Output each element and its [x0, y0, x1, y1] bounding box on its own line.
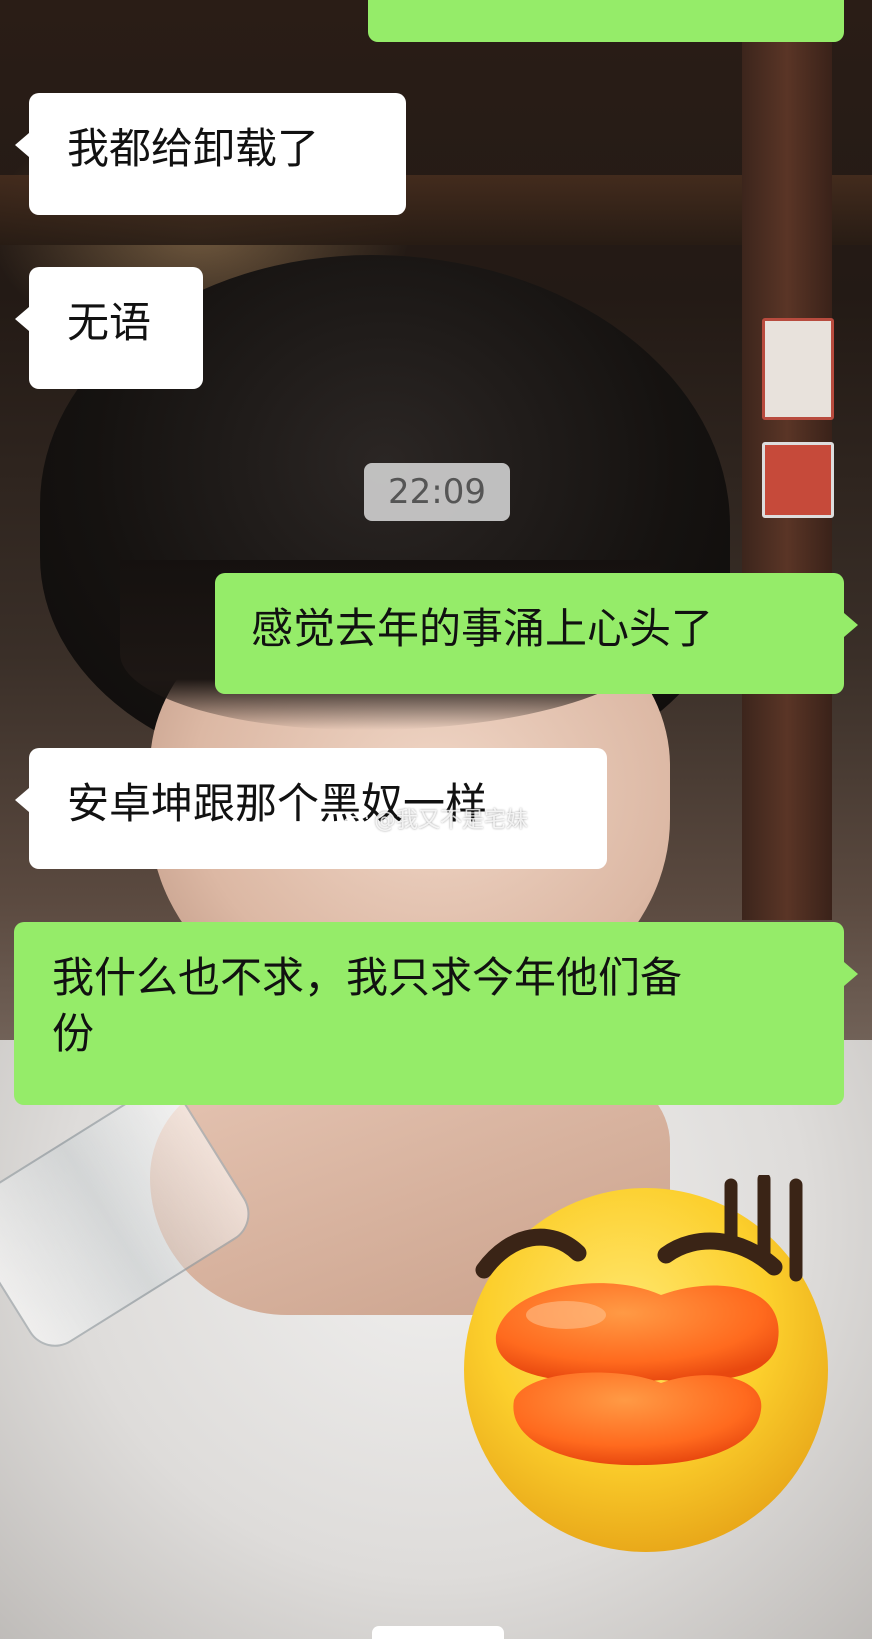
message-text-line: 我什么也不求，我只求今年他们备 — [52, 953, 683, 1002]
bubble-tail — [15, 788, 29, 812]
message-bubble-incoming[interactable]: 安卓坤跟那个黑奴一样 — [15, 748, 607, 869]
message-text: 我都给卸载了 — [67, 124, 320, 173]
message-text: 无语 — [67, 298, 152, 347]
message-bubble-incoming[interactable]: 我都给卸载了 — [15, 93, 406, 215]
message-bubble-outgoing[interactable]: 我什么也不求，我只求今年他们备 份 — [14, 922, 858, 1105]
bubble-tail — [844, 613, 858, 637]
chat-message-list[interactable]: 我都给卸载了 无语 22:09 感觉去年的事涌上心头了 安卓坤跟那个黑奴一样 我… — [0, 0, 872, 1639]
bubble-tail — [15, 133, 29, 157]
duck-emoji-icon — [464, 1175, 828, 1552]
yellow-duck-face-sweat-emoji-sticker[interactable] — [456, 1175, 856, 1555]
home-indicator[interactable] — [372, 1626, 504, 1639]
message-bubble-outgoing[interactable] — [368, 0, 844, 42]
message-bubble-incoming[interactable]: 无语 — [15, 267, 203, 389]
bubble-tail — [15, 307, 29, 331]
message-text: 安卓坤跟那个黑奴一样 — [67, 779, 488, 828]
message-text: 感觉去年的事涌上心头了 — [251, 604, 714, 653]
message-timestamp: 22:09 — [364, 463, 510, 521]
message-text-line: 份 — [52, 1009, 95, 1058]
bubble-tail — [844, 962, 858, 986]
message-bubble-outgoing[interactable]: 感觉去年的事涌上心头了 — [215, 573, 858, 694]
